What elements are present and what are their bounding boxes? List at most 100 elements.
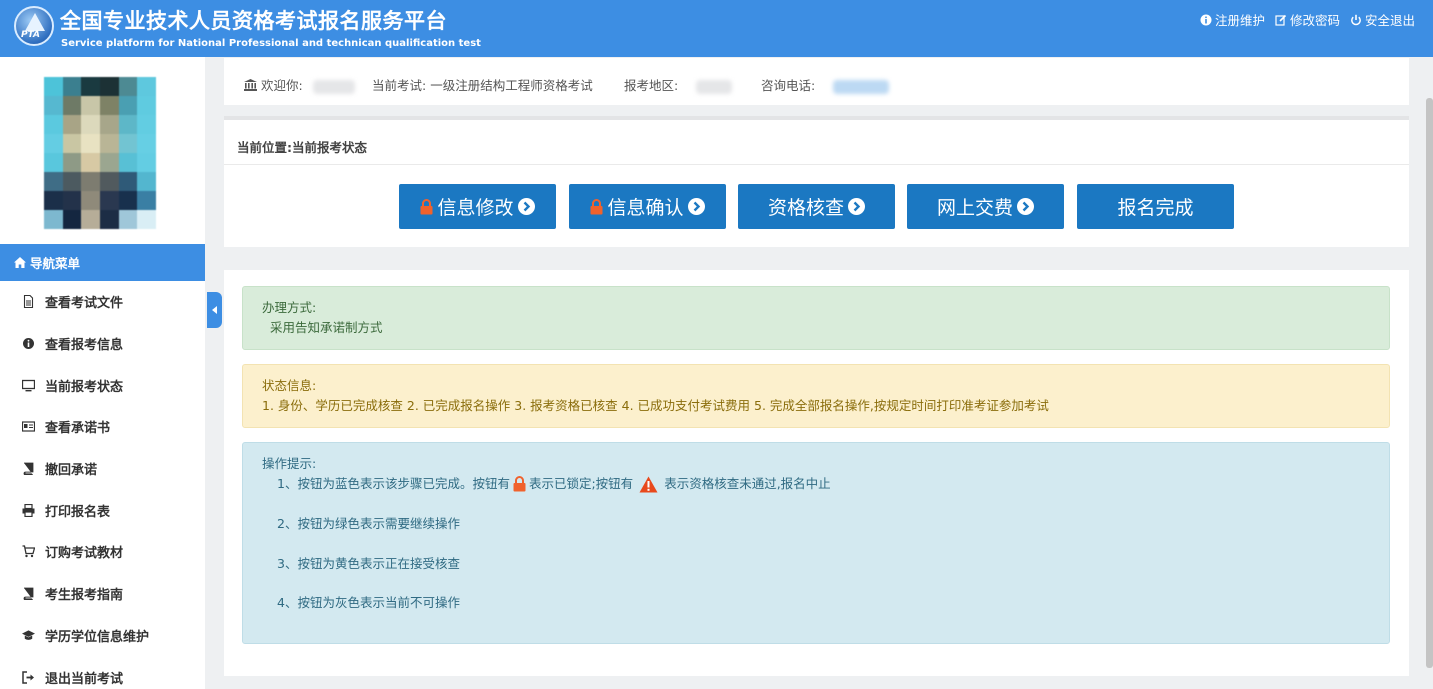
avatar-pixel: [81, 153, 100, 172]
avatar-pixel: [118, 210, 138, 229]
avatar-pixel: [137, 77, 156, 96]
step-button-online-payment[interactable]: 网上交费: [907, 184, 1064, 229]
change-password-label: 修改密码: [1289, 13, 1340, 28]
step-label: 信息修改: [437, 197, 514, 219]
sidebar-item-withdraw-commitment[interactable]: 撤回承诺: [0, 448, 205, 490]
breadcrumb: 当前位置:当前报考状态: [237, 140, 367, 155]
edit-icon: [1275, 14, 1287, 26]
avatar-pixel: [62, 191, 82, 210]
sidebar-item-exit-exam[interactable]: 退出当前考试: [0, 656, 205, 689]
sidebar-item-label: 学历学位信息维护: [45, 629, 150, 645]
print-icon: [22, 503, 35, 517]
avatar-pixel: [81, 191, 100, 210]
sign-out-icon: [22, 670, 34, 684]
exam-value: 一级注册结构工程师资格考试: [430, 78, 593, 93]
avatar-pixel: [137, 96, 156, 115]
avatar-pixel: [81, 96, 100, 115]
hint-text: 表示已锁定;按钮有: [528, 476, 634, 491]
avatar-pixel: [62, 172, 82, 191]
avatar-pixel: [137, 210, 156, 229]
book-icon: [23, 462, 34, 476]
step-label: 报名完成: [1117, 197, 1194, 219]
change-password-link[interactable]: 修改密码: [1275, 10, 1340, 29]
avatar-pixel: [137, 115, 156, 134]
status-info-value: 1. 身份、学历已完成核查 2. 已完成报名操作 3. 报考资格已核查 4. 已…: [262, 398, 1049, 413]
sidebar-item-commitment-letter[interactable]: 查看承诺书: [0, 406, 205, 448]
phone-label: 咨询电话:: [761, 78, 816, 93]
sidebar-item-print-form[interactable]: 打印报名表: [0, 489, 205, 531]
chevron-circle-right-icon: [517, 198, 535, 215]
sidebar-item-exam-guide[interactable]: 考生报考指南: [0, 573, 205, 615]
divider: [224, 164, 1409, 165]
sidebar-item-education-info[interactable]: 学历学位信息维护: [0, 615, 205, 657]
hint-line-2: 2、按钮为绿色表示需要继续操作: [277, 516, 460, 531]
avatar-pixel: [99, 96, 119, 115]
bank-icon: [244, 79, 257, 91]
pta-logo: PTA: [14, 6, 54, 46]
redacted-region: [696, 79, 733, 94]
chevron-circle-right-icon: [687, 198, 705, 215]
avatar-pixel: [137, 191, 156, 210]
chevron-circle-right-icon: [1017, 198, 1034, 215]
step-button-info-confirm[interactable]: 信息确认: [569, 184, 726, 229]
register-maintenance-link[interactable]: 注册维护: [1200, 10, 1265, 29]
sidebar-item-label: 当前报考状态: [45, 379, 124, 395]
avatar-pixel: [118, 153, 138, 172]
method-title: 办理方式:: [262, 300, 317, 315]
operation-hints-panel: 操作提示: 1、按钮为蓝色表示该步骤已完成。按钮有 表示已锁定;按钮有 表示资格…: [242, 442, 1390, 644]
avatar-pixel: [44, 134, 63, 153]
avatar-pixel: [44, 210, 63, 229]
avatar-pixel: [99, 77, 119, 96]
hint-line-4: 4、按钮为灰色表示当前不可操作: [277, 595, 460, 610]
avatar-pixel: [81, 115, 100, 134]
header-links: 注册维护 修改密码 安全退出: [1200, 10, 1415, 29]
logout-link[interactable]: 安全退出: [1350, 10, 1415, 29]
sidebar-item-registration-info[interactable]: 查看报考信息: [0, 323, 205, 365]
home-icon: [14, 257, 26, 268]
hint-text: 表示资格核查未通过,报名中止: [664, 476, 831, 491]
file-icon: [23, 295, 34, 309]
sidebar-item-exam-files[interactable]: 查看考试文件: [0, 281, 205, 323]
site-title: 全国专业技术人员资格考试报名服务平台: [60, 9, 447, 33]
step-button-info-edit[interactable]: 信息修改: [399, 184, 556, 229]
sidebar-item-label: 查看报考信息: [45, 338, 124, 354]
hint-text: 1、按钮为蓝色表示该步骤已完成。按钮有: [277, 476, 510, 491]
status-info-title: 状态信息:: [262, 378, 317, 393]
region-segment: 报考地区:: [624, 75, 733, 94]
nav-menu-title: 导航菜单: [30, 256, 81, 271]
monitor-icon: [22, 379, 35, 392]
logout-label: 安全退出: [1364, 13, 1415, 28]
sidebar-item-label: 订购考试教材: [45, 546, 124, 562]
lock-icon: [590, 198, 603, 214]
sidebar-item-label: 查看考试文件: [45, 296, 124, 312]
method-value: 采用告知承诺制方式: [270, 320, 383, 335]
sidebar-item-order-textbooks[interactable]: 订购考试教材: [0, 531, 205, 573]
region-label: 报考地区:: [624, 78, 679, 93]
page-scrollbar[interactable]: [1426, 98, 1433, 668]
avatar-pixel: [137, 134, 156, 153]
avatar-pixel: [62, 96, 82, 115]
sidebar: 导航菜单 查看考试文件 查看报考信息 当前报考状态 查看承诺书 撤回承诺 打印报…: [0, 57, 205, 689]
sidebar-item-label: 查看承诺书: [45, 421, 111, 437]
top-header: PTA 全国专业技术人员资格考试报名服务平台 Service platform …: [0, 0, 1433, 57]
avatar: [44, 77, 156, 229]
register-maintenance-label: 注册维护: [1214, 13, 1265, 28]
avatar-pixel: [99, 210, 119, 229]
avatar-pixel: [99, 134, 119, 153]
sidebar-item-label: 打印报名表: [45, 504, 111, 520]
sidebar-item-current-status[interactable]: 当前报考状态: [0, 364, 205, 406]
sidebar-collapse-toggle[interactable]: [207, 292, 222, 328]
phone-segment: 咨询电话:: [761, 75, 890, 94]
step-button-registration-complete[interactable]: 报名完成: [1077, 184, 1234, 229]
avatar-pixel: [81, 77, 100, 96]
avatar-pixel: [62, 210, 82, 229]
exam-segment: 当前考试: 一级注册结构工程师资格考试: [372, 75, 593, 94]
avatar-pixel: [118, 172, 138, 191]
registration-status-card: 当前位置:当前报考状态 信息修改 信息确认 资格核查 网上交费 报名完成: [224, 116, 1409, 247]
avatar-pixel: [62, 134, 82, 153]
step-button-qualification-check[interactable]: 资格核查: [738, 184, 895, 229]
user-info-bar: 欢迎你: 当前考试: 一级注册结构工程师资格考试 报考地区: 咨询电话:: [224, 58, 1409, 105]
status-info-panel: 状态信息: 1. 身份、学历已完成核查 2. 已完成报名操作 3. 报考资格已核…: [242, 364, 1390, 428]
sidebar-item-label: 撤回承诺: [45, 463, 98, 479]
warning-icon: [639, 476, 658, 492]
